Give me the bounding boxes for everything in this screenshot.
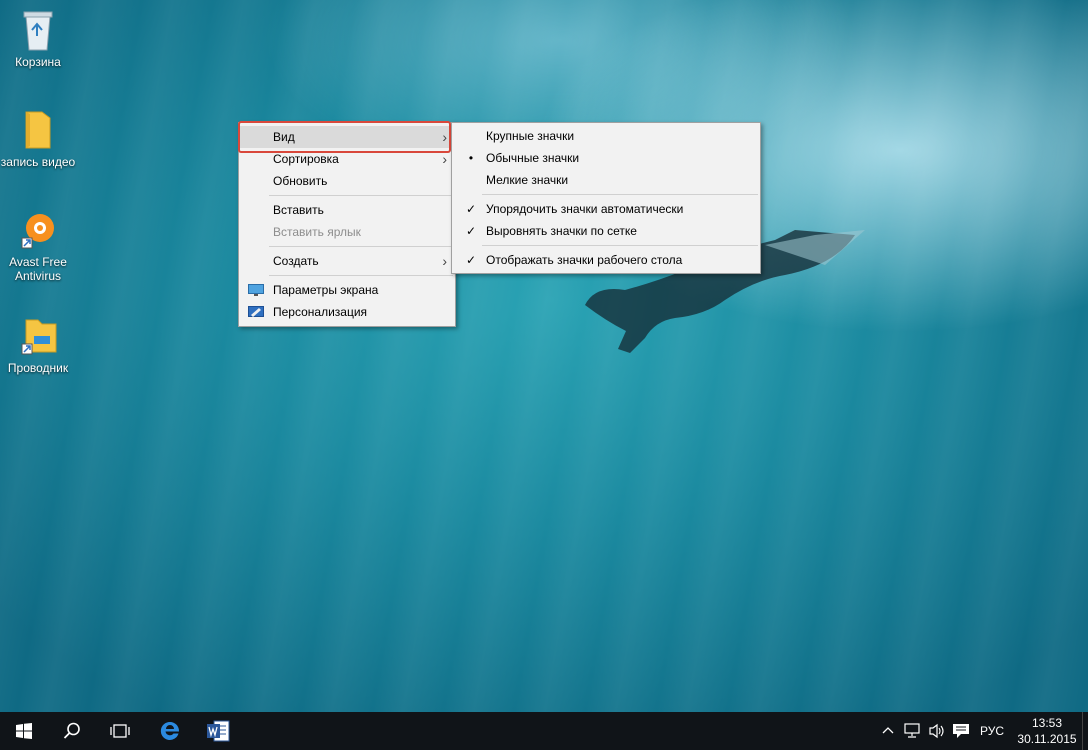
menu-separator — [482, 194, 758, 195]
submenu-item-small-icons[interactable]: Мелкие значки — [452, 169, 760, 191]
submenu-item-label: Крупные значки — [486, 129, 575, 143]
menu-item-refresh[interactable]: Обновить — [239, 170, 455, 192]
checkmark-icon: ✓ — [465, 224, 477, 238]
checkmark-icon: ✓ — [465, 202, 477, 216]
menu-item-label: Обновить — [273, 174, 328, 188]
recycle-bin-icon — [23, 11, 53, 51]
search-icon — [63, 722, 80, 739]
task-view-icon — [110, 724, 130, 738]
submenu-item-large-icons[interactable]: Крупные значки — [452, 125, 760, 147]
avast-icon — [21, 214, 54, 249]
menu-item-label: Параметры экрана — [273, 283, 379, 297]
start-icon — [16, 723, 32, 739]
edge-icon — [160, 721, 180, 740]
submenu-item-show-icons[interactable]: ✓ Отображать значки рабочего стола — [452, 249, 760, 271]
menu-item-display-settings[interactable]: Параметры экрана — [239, 279, 455, 301]
file-explorer-icon — [21, 319, 57, 355]
submenu-item-auto-arrange[interactable]: ✓ Упорядочить значки автоматически — [452, 198, 760, 220]
menu-separator — [269, 195, 453, 196]
network-icon[interactable] — [904, 723, 922, 739]
volume-icon[interactable] — [928, 723, 946, 739]
desktop-icon-label: Корзина — [15, 55, 61, 69]
folder-icon — [25, 111, 51, 149]
submenu-item-label: Выровнять значки по сетке — [486, 224, 637, 238]
word-button[interactable] — [194, 712, 242, 750]
view-submenu: Крупные значки • Обычные значки Мелкие з… — [451, 122, 761, 274]
menu-item-label: Сортировка — [273, 152, 339, 166]
chevron-up-icon[interactable] — [882, 725, 894, 737]
menu-item-paste-shortcut: Вставить ярлык — [239, 221, 455, 243]
menu-item-personalization[interactable]: Персонализация — [239, 301, 455, 323]
menu-item-label: Вставить ярлык — [273, 225, 361, 239]
menu-separator — [482, 245, 758, 246]
menu-separator — [269, 275, 453, 276]
desktop-icon-label: Avast Free Antivirus — [9, 255, 67, 283]
desktop-icon-recycle-bin[interactable]: Корзина — [0, 8, 76, 69]
desktop-icon-folder[interactable]: запись видео — [0, 108, 76, 169]
checkmark-icon: ✓ — [465, 253, 477, 267]
menu-item-label: Персонализация — [273, 305, 368, 319]
desktop-icon-label: запись видео — [0, 155, 76, 169]
menu-item-new[interactable]: Создать › — [239, 250, 455, 272]
submenu-item-label: Мелкие значки — [486, 173, 569, 187]
submenu-item-label: Обычные значки — [486, 151, 580, 165]
menu-item-label: Вставить — [273, 203, 324, 217]
submenu-item-align-grid[interactable]: ✓ Выровнять значки по сетке — [452, 220, 760, 242]
language-indicator[interactable]: РУС — [980, 724, 1004, 738]
word-icon — [207, 720, 230, 742]
wallpaper-rays — [0, 0, 1088, 712]
menu-separator — [269, 246, 453, 247]
submenu-item-label: Упорядочить значки автоматически — [486, 202, 684, 216]
clock-date: 30.11.2015 — [1017, 732, 1077, 746]
clock-time: 13:53 — [1031, 716, 1063, 730]
bullet-icon: • — [468, 151, 474, 165]
edge-button[interactable] — [146, 712, 194, 750]
desktop-icon-label: Проводник — [7, 361, 69, 375]
submenu-item-label: Отображать значки рабочего стола — [486, 253, 683, 267]
menu-item-paste[interactable]: Вставить — [239, 199, 455, 221]
display-settings-icon — [248, 284, 264, 296]
personalization-icon — [248, 306, 264, 317]
menu-item-label: Создать — [273, 254, 319, 268]
highlight-frame — [238, 121, 451, 153]
task-view-button[interactable] — [96, 712, 144, 750]
clock[interactable]: 13:53 30.11.2015 — [1015, 715, 1079, 747]
taskbar: РУС 13:53 30.11.2015 — [0, 712, 1088, 750]
start-button[interactable] — [0, 712, 48, 750]
action-center-icon[interactable] — [952, 723, 970, 739]
show-desktop-button[interactable] — [1082, 712, 1088, 750]
chevron-right-icon: › — [442, 253, 447, 269]
submenu-item-medium-icons[interactable]: • Обычные значки — [452, 147, 760, 169]
desktop-icon-explorer[interactable]: Проводник — [0, 314, 76, 375]
search-button[interactable] — [48, 712, 96, 750]
desktop-icon-avast[interactable]: Avast Free Antivirus — [0, 208, 76, 283]
